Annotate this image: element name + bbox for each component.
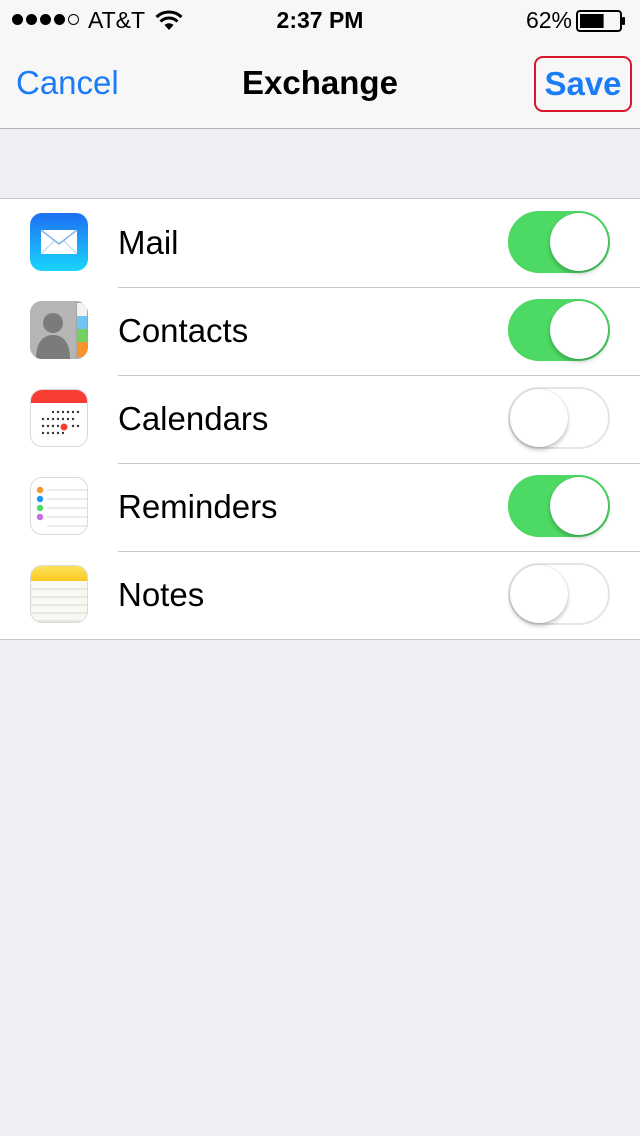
reminders-icon bbox=[30, 477, 88, 535]
service-label: Calendars bbox=[118, 400, 269, 437]
toggle-knob bbox=[510, 565, 568, 623]
service-row-notes: Notes bbox=[0, 551, 640, 639]
service-label: Notes bbox=[118, 576, 205, 613]
contacts-icon bbox=[30, 301, 88, 359]
toggle-knob bbox=[550, 213, 608, 271]
toggle-knob bbox=[510, 389, 568, 447]
service-row-calendars: Calendars bbox=[0, 375, 640, 463]
status-bar: AT&T 2:37 PM 62% bbox=[0, 0, 640, 40]
cancel-button[interactable]: Cancel bbox=[16, 63, 119, 103]
service-label: Reminders bbox=[118, 488, 278, 525]
navigation-bar: Cancel Exchange Save bbox=[0, 40, 640, 129]
reminders-toggle[interactable] bbox=[508, 475, 610, 537]
service-row-reminders: Reminders bbox=[0, 463, 640, 551]
service-label: Mail bbox=[118, 224, 179, 261]
save-button[interactable]: Save bbox=[534, 56, 632, 112]
mail-icon bbox=[30, 213, 88, 271]
calendars-toggle[interactable] bbox=[508, 387, 610, 449]
battery-percentage: 62% bbox=[525, 7, 572, 33]
service-label: Contacts bbox=[118, 312, 249, 349]
toggle-knob bbox=[550, 477, 608, 535]
contacts-toggle[interactable] bbox=[508, 299, 610, 361]
calendar-icon bbox=[30, 389, 88, 447]
notes-toggle[interactable] bbox=[508, 563, 610, 625]
battery-icon bbox=[576, 10, 625, 32]
toggle-knob bbox=[550, 301, 608, 359]
service-row-contacts: Contacts bbox=[0, 287, 640, 375]
services-list: Mail Contacts Calendars Reminders Notes bbox=[0, 198, 640, 640]
notes-icon bbox=[30, 565, 88, 623]
service-row-mail: Mail bbox=[0, 199, 640, 287]
mail-toggle[interactable] bbox=[508, 211, 610, 273]
